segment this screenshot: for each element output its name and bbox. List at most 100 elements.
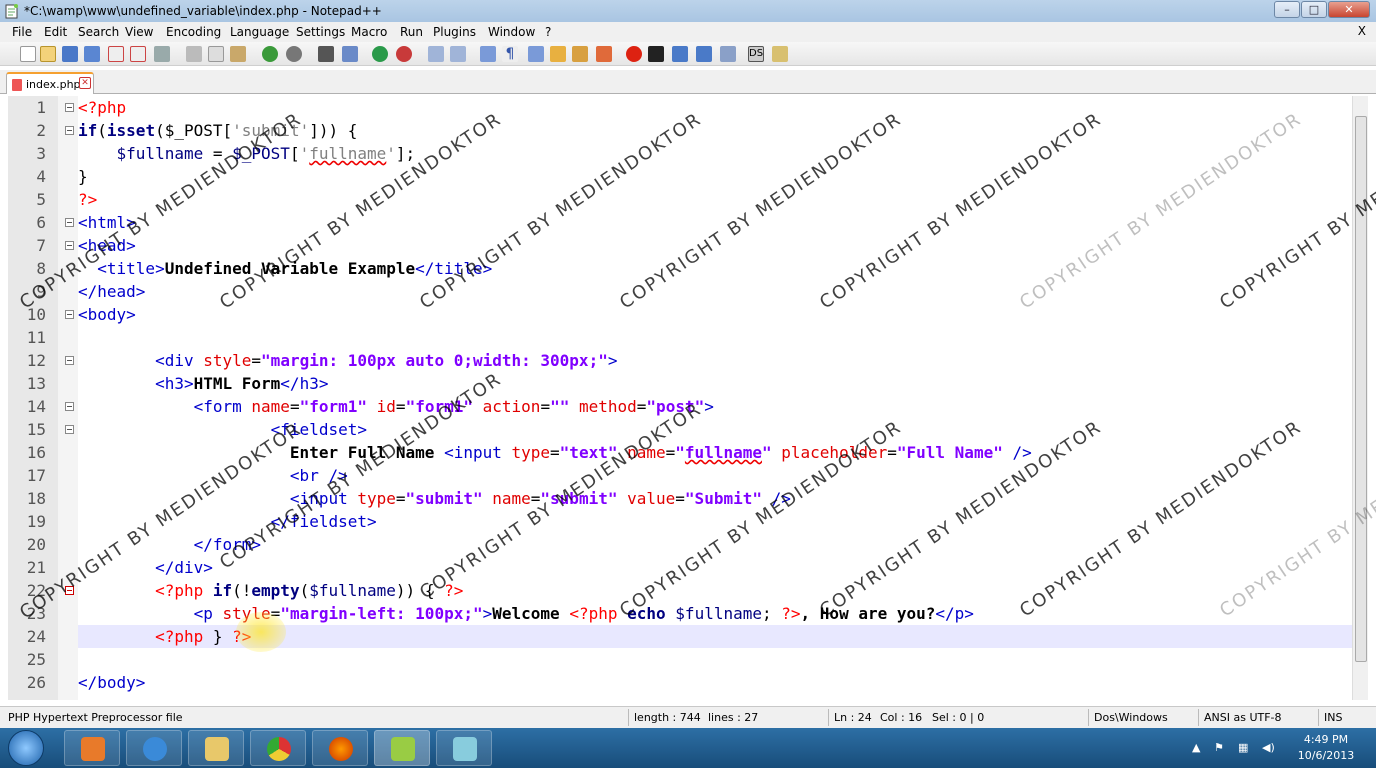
line-number: 17 — [26, 466, 46, 485]
fold-marker-icon[interactable] — [65, 425, 74, 434]
ds-plugin-icon[interactable]: DS — [748, 46, 764, 62]
new-file-icon[interactable] — [20, 46, 36, 62]
taskbar: ▲ ⚑ ▦ ◀) 4:49 PM 10/6/2013 — [0, 728, 1376, 768]
redo-icon[interactable] — [286, 46, 302, 62]
find-icon[interactable] — [318, 46, 334, 62]
plugin-icon[interactable] — [772, 46, 788, 62]
status-ln: Ln : 24 — [834, 711, 872, 724]
menu-plugins[interactable]: Plugins — [433, 25, 476, 39]
taskbar-file-explorer[interactable] — [188, 730, 244, 766]
taskbar-firefox[interactable] — [312, 730, 368, 766]
code-line: <title>Undefined Variable Example</title… — [97, 259, 493, 278]
menu-help[interactable]: ? — [545, 25, 551, 39]
print-icon[interactable] — [154, 46, 170, 62]
fold-marker-icon[interactable] — [65, 586, 74, 595]
folder-icon[interactable] — [550, 46, 566, 62]
fold-marker-icon[interactable] — [65, 218, 74, 227]
menu-settings[interactable]: Settings — [296, 25, 345, 39]
undo-icon[interactable] — [262, 46, 278, 62]
sync-vertical-icon[interactable] — [428, 46, 444, 62]
close-button[interactable]: ✕ — [1328, 1, 1370, 18]
document-map-icon[interactable] — [596, 46, 612, 62]
open-file-icon[interactable] — [40, 46, 56, 62]
tab-index-php[interactable]: index.php ✕ — [6, 72, 94, 94]
code-area[interactable]: <?php if(isset($_POST['submit'])) { $ful… — [78, 96, 1352, 700]
maximize-button[interactable]: □ — [1301, 1, 1327, 18]
fold-marker-icon[interactable] — [65, 310, 74, 319]
media-player-icon — [81, 737, 105, 761]
fold-marker-icon[interactable] — [65, 103, 74, 112]
clock-date: 10/6/2013 — [1297, 749, 1355, 762]
clock-time: 4:49 PM — [1303, 733, 1349, 746]
taskbar-notepad[interactable] — [436, 730, 492, 766]
menu-macro[interactable]: Macro — [351, 25, 387, 39]
code-line: <head> — [78, 236, 136, 255]
menu-view[interactable]: View — [125, 25, 153, 39]
fold-marker-icon[interactable] — [65, 356, 74, 365]
function-list-icon[interactable] — [572, 46, 588, 62]
show-hidden-icons[interactable]: ▲ — [1192, 741, 1200, 754]
paste-icon[interactable] — [230, 46, 246, 62]
record-macro-icon[interactable] — [626, 46, 642, 62]
line-number: 9 — [36, 282, 46, 301]
word-wrap-icon[interactable] — [480, 46, 496, 62]
line-number: 12 — [26, 351, 46, 370]
fold-marker-icon[interactable] — [65, 126, 74, 135]
line-number: 16 — [26, 443, 46, 462]
line-number-gutter: 1 2 3 4 5 6 7 8 9 10 11 12 13 14 15 16 1… — [8, 96, 58, 700]
code-line: <p style="margin-left: 100px;">Welcome <… — [193, 604, 974, 623]
zoom-in-icon[interactable] — [372, 46, 388, 62]
fold-marker-icon[interactable] — [65, 241, 74, 250]
save-macro-icon[interactable] — [720, 46, 736, 62]
system-clock[interactable]: 4:49 PM 10/6/2013 — [1296, 732, 1356, 764]
network-icon[interactable]: ▦ — [1238, 741, 1248, 754]
line-number: 18 — [26, 489, 46, 508]
menu-file[interactable]: File — [12, 25, 32, 39]
show-all-chars-icon[interactable]: ¶ — [502, 46, 518, 62]
menu-search[interactable]: Search — [78, 25, 119, 39]
code-line: </form> — [193, 535, 262, 554]
menu-window[interactable]: Window — [488, 25, 535, 39]
close-all-icon[interactable] — [130, 46, 146, 62]
line-number: 15 — [26, 420, 46, 439]
cut-icon[interactable] — [186, 46, 202, 62]
vertical-scrollbar[interactable] — [1352, 96, 1368, 700]
code-line: <body> — [78, 305, 136, 324]
scrollbar-thumb[interactable] — [1355, 116, 1367, 662]
menu-edit[interactable]: Edit — [44, 25, 67, 39]
run-macro-multiple-icon[interactable] — [696, 46, 712, 62]
indent-guide-icon[interactable] — [528, 46, 544, 62]
firefox-icon — [329, 737, 353, 761]
stop-macro-icon[interactable] — [648, 46, 664, 62]
close-file-icon[interactable] — [108, 46, 124, 62]
menu-language[interactable]: Language — [230, 25, 289, 39]
taskbar-internet-explorer[interactable] — [126, 730, 182, 766]
play-macro-icon[interactable] — [672, 46, 688, 62]
save-all-icon[interactable] — [84, 46, 100, 62]
replace-icon[interactable] — [342, 46, 358, 62]
minimize-button[interactable]: – — [1274, 1, 1300, 18]
action-center-icon[interactable]: ⚑ — [1214, 741, 1224, 754]
volume-icon[interactable]: ◀) — [1262, 741, 1275, 754]
copy-icon[interactable] — [208, 46, 224, 62]
menu-encoding[interactable]: Encoding — [166, 25, 221, 39]
fold-marker-icon[interactable] — [65, 402, 74, 411]
taskbar-media-player[interactable] — [64, 730, 120, 766]
fold-margin — [58, 96, 78, 700]
save-icon[interactable] — [62, 46, 78, 62]
menu-run[interactable]: Run — [400, 25, 423, 39]
code-line: <input type="submit" name="submit" value… — [289, 489, 791, 508]
document-close-button[interactable]: X — [1358, 24, 1366, 38]
code-editor[interactable]: 1 2 3 4 5 6 7 8 9 10 11 12 13 14 15 16 1… — [8, 96, 1352, 700]
code-line: <fieldset> — [270, 420, 367, 439]
sync-horizontal-icon[interactable] — [450, 46, 466, 62]
notepad-plus-plus-icon — [5, 4, 18, 19]
tab-close-icon[interactable]: ✕ — [79, 77, 91, 89]
window-title: *C:\wamp\www\undefined_variable\index.ph… — [24, 4, 382, 18]
code-line-current: <?php } ?> — [78, 625, 1352, 648]
zoom-out-icon[interactable] — [396, 46, 412, 62]
status-sel: Sel : 0 | 0 — [932, 711, 985, 724]
taskbar-notepad-plus-plus[interactable] — [374, 730, 430, 766]
start-button[interactable] — [8, 730, 44, 766]
taskbar-chrome[interactable] — [250, 730, 306, 766]
